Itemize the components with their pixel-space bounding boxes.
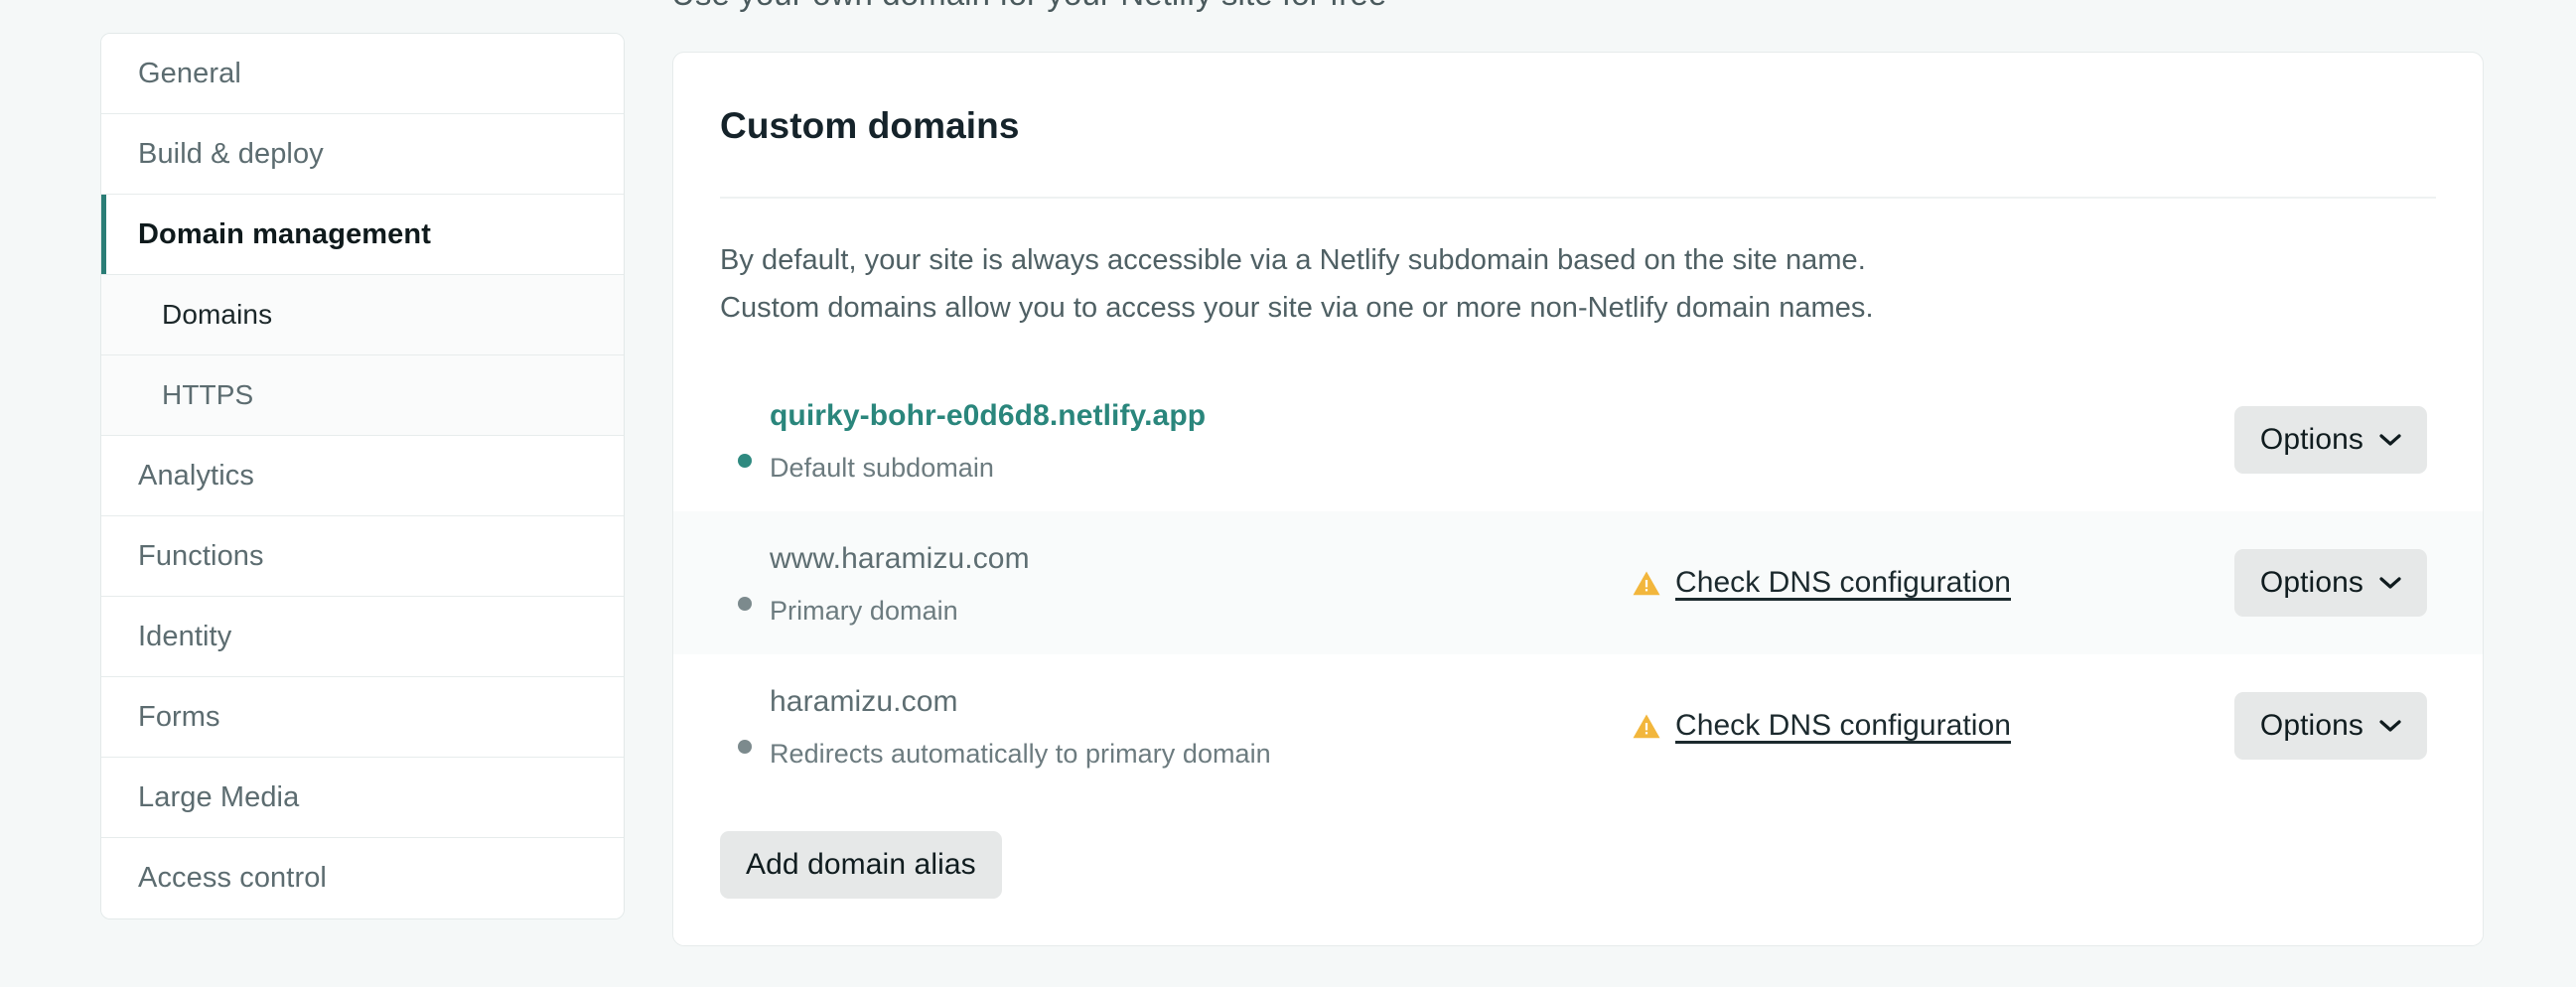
sidebar-item-forms[interactable]: Forms bbox=[101, 677, 624, 758]
bullet-icon bbox=[738, 453, 752, 468]
check-dns-configuration-link[interactable]: Check DNS configuration bbox=[1675, 709, 2011, 743]
sidebar-item-label: Build & deploy bbox=[138, 137, 324, 170]
title-divider bbox=[720, 197, 2436, 199]
domain-name: haramizu.com bbox=[770, 684, 958, 718]
domain-info: quirky-bohr-e0d6d8.netlify.app Default su… bbox=[770, 369, 1534, 511]
bullet-column bbox=[720, 413, 770, 468]
description-line-1: By default, your site is always accessib… bbox=[720, 244, 1866, 276]
custom-domains-card: Custom domains By default, your site is … bbox=[672, 52, 2484, 946]
domain-subtitle: Primary domain bbox=[770, 595, 958, 626]
options-button[interactable]: Options bbox=[2233, 549, 2427, 617]
settings-page: Use your own domain for your Netlify sit… bbox=[0, 0, 2576, 987]
options-button-label: Options bbox=[2259, 423, 2363, 456]
bullet-icon bbox=[738, 596, 752, 611]
chevron-down-icon bbox=[2379, 720, 2401, 732]
sidebar-item-label: Identity bbox=[138, 620, 232, 652]
row-actions: Options bbox=[2233, 549, 2483, 617]
row-actions: Options bbox=[2233, 692, 2483, 760]
chevron-down-icon bbox=[2379, 434, 2401, 446]
bullet-column bbox=[720, 699, 770, 754]
domain-name: www.haramizu.com bbox=[770, 541, 1030, 575]
card-description: By default, your site is always accessib… bbox=[720, 236, 2483, 332]
domain-list: quirky-bohr-e0d6d8.netlify.app Default su… bbox=[673, 368, 2483, 797]
add-domain-alias-button[interactable]: Add domain alias bbox=[720, 831, 1002, 899]
sidebar-item-identity[interactable]: Identity bbox=[101, 597, 624, 677]
domain-subtitle: Default subdomain bbox=[770, 452, 994, 483]
domain-status: Check DNS configuration bbox=[1534, 709, 2234, 743]
sidebar-item-analytics[interactable]: Analytics bbox=[101, 436, 624, 516]
sidebar-item-label: Analytics bbox=[138, 459, 254, 492]
sidebar-item-label: Functions bbox=[138, 539, 264, 572]
bullet-icon bbox=[738, 739, 752, 754]
sidebar-item-label: Large Media bbox=[138, 780, 300, 813]
sidebar-item-domain-management[interactable]: Domain management bbox=[101, 195, 624, 275]
domain-row: www.haramizu.com Primary domain Check DNS … bbox=[673, 511, 2483, 654]
sidebar-item-label: Domain management bbox=[138, 217, 431, 250]
sidebar-item-label: Forms bbox=[138, 700, 220, 733]
options-button-label: Options bbox=[2259, 566, 2363, 599]
bullet-column bbox=[720, 556, 770, 611]
sidebar-item-https[interactable]: HTTPS bbox=[101, 355, 624, 436]
domain-info: www.haramizu.com Primary domain bbox=[770, 512, 1534, 654]
domain-link[interactable]: quirky-bohr-e0d6d8.netlify.app bbox=[770, 399, 1206, 432]
sidebar-item-large-media[interactable]: Large Media bbox=[101, 758, 624, 838]
sidebar-item-access-control[interactable]: Access control bbox=[101, 838, 624, 918]
sidebar-item-domains[interactable]: Domains bbox=[101, 275, 624, 355]
sidebar-item-build-deploy[interactable]: Build & deploy bbox=[101, 114, 624, 195]
page-subheading-cutoff: Use your own domain for your Netlify sit… bbox=[671, 0, 1386, 16]
domain-status: Check DNS configuration bbox=[1534, 566, 2234, 600]
options-button[interactable]: Options bbox=[2233, 692, 2427, 760]
sidebar-item-functions[interactable]: Functions bbox=[101, 516, 624, 597]
domain-subtitle: Redirects automatically to primary domai… bbox=[770, 738, 1271, 769]
chevron-down-icon bbox=[2379, 577, 2401, 589]
row-actions: Options bbox=[2233, 406, 2483, 474]
domain-row: haramizu.com Redirects automatically to p… bbox=[673, 654, 2483, 797]
domain-row: quirky-bohr-e0d6d8.netlify.app Default su… bbox=[673, 368, 2483, 511]
options-button[interactable]: Options bbox=[2233, 406, 2427, 474]
check-dns-configuration-link[interactable]: Check DNS configuration bbox=[1675, 566, 2011, 600]
warning-triangle-icon bbox=[1633, 570, 1660, 595]
description-line-2: Custom domains allow you to access your … bbox=[720, 292, 1874, 324]
card-footer: Add domain alias bbox=[673, 797, 2483, 945]
sidebar-item-general[interactable]: General bbox=[101, 34, 624, 114]
sidebar-item-label: HTTPS bbox=[162, 379, 254, 410]
domain-info: haramizu.com Redirects automatically to p… bbox=[770, 655, 1534, 797]
sidebar-item-label: General bbox=[138, 57, 241, 89]
settings-sidebar: General Build & deploy Domain management Do… bbox=[100, 33, 625, 919]
warning-triangle-icon bbox=[1633, 713, 1660, 738]
sidebar-item-label: Access control bbox=[138, 862, 327, 894]
page-title: Custom domains bbox=[720, 105, 1020, 146]
options-button-label: Options bbox=[2259, 709, 2363, 742]
sidebar-item-label: Domains bbox=[162, 299, 273, 330]
